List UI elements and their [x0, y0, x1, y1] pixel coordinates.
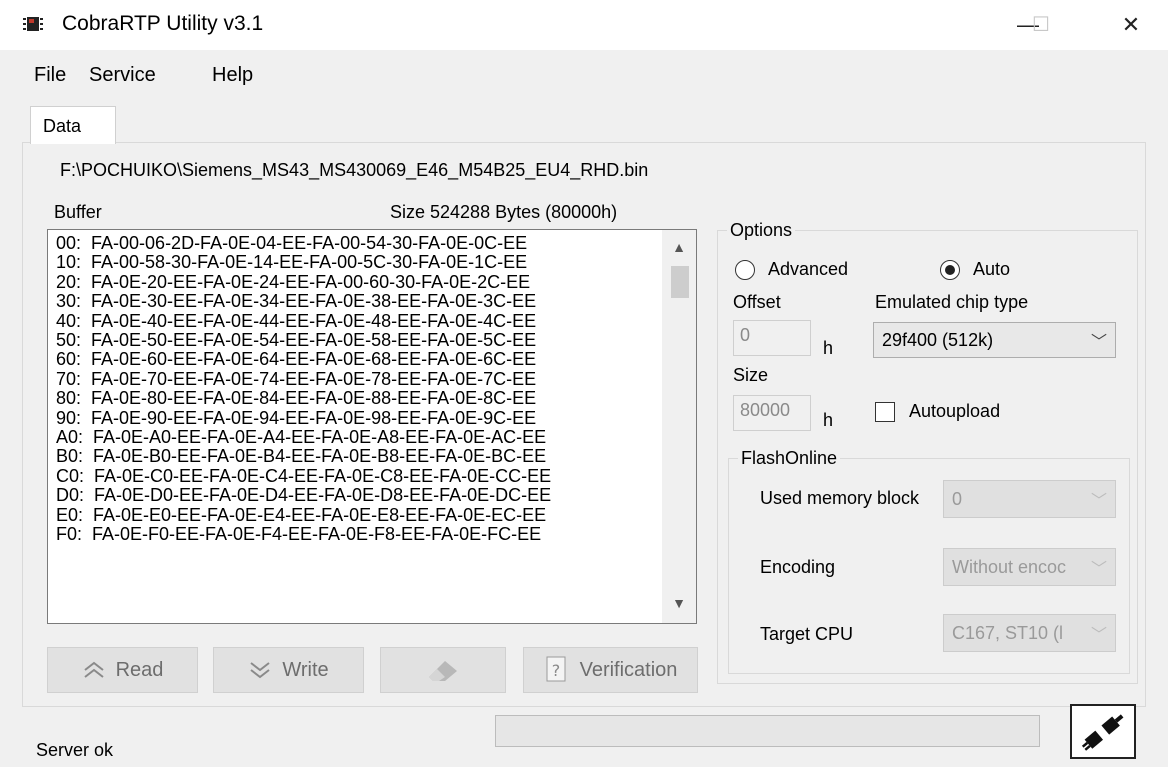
status-text: Server ok [36, 740, 114, 760]
encoding-value: Without encoc [952, 556, 1067, 577]
advanced-radio[interactable] [735, 260, 755, 280]
chevron-down-icon: ﹀ [1090, 561, 1107, 578]
question-document-icon: ? [546, 656, 566, 682]
auto-label: Auto [973, 259, 1011, 279]
buffer-line[interactable]: 00: FA-00-06-2D-FA-0E-04-EE-FA-00-54-30-… [56, 233, 551, 253]
buffer-size-label: Size 524288 Bytes (80000h) [390, 202, 618, 222]
buffer-line[interactable]: C0: FA-0E-C0-EE-FA-0E-C4-EE-FA-0E-C8-EE-… [56, 466, 551, 486]
scroll-thumb[interactable] [671, 266, 689, 298]
target-cpu-select[interactable]: C167, ST10 (l ﹀ [943, 614, 1116, 652]
scroll-down-icon[interactable]: ▼ [662, 588, 696, 618]
read-button[interactable]: Read [47, 647, 198, 693]
tab-data[interactable]: Data [30, 106, 116, 144]
maximize-button[interactable]: ☐ [1013, 0, 1069, 50]
write-button[interactable]: Write [213, 647, 364, 693]
buffer-line[interactable]: 10: FA-00-58-30-FA-0E-14-EE-FA-00-5C-30-… [56, 252, 551, 272]
buffer-line[interactable]: 90: FA-0E-90-EE-FA-0E-94-EE-FA-0E-98-EE-… [56, 408, 551, 428]
chevron-down-icon: ﹀ [1090, 334, 1107, 351]
buffer-line[interactable]: 60: FA-0E-60-EE-FA-0E-64-EE-FA-0E-68-EE-… [56, 350, 551, 370]
tab-strip-divider [22, 142, 1146, 143]
buffer-label: Buffer [54, 202, 102, 222]
buffer-lines: 00: FA-00-06-2D-FA-0E-04-EE-FA-00-54-30-… [56, 233, 551, 545]
flashonline-title: FlashOnline [738, 448, 841, 469]
buffer-line[interactable]: 70: FA-0E-70-EE-FA-0E-74-EE-FA-0E-78-EE-… [56, 369, 551, 389]
buffer-line[interactable]: 40: FA-0E-40-EE-FA-0E-44-EE-FA-0E-48-EE-… [56, 311, 551, 331]
size-label: Size [733, 365, 769, 385]
buffer-line[interactable]: F0: FA-0E-F0-EE-FA-0E-F4-EE-FA-0E-F8-EE-… [56, 524, 551, 544]
buffer-line[interactable]: 50: FA-0E-50-EE-FA-0E-54-EE-FA-0E-58-EE-… [56, 330, 551, 350]
chip-type-select[interactable]: 29f400 (512k) ﹀ [873, 322, 1116, 358]
auto-radio[interactable] [940, 260, 960, 280]
scroll-up-icon[interactable]: ▲ [662, 232, 696, 262]
buffer-scrollbar[interactable]: ▲ ▼ [662, 230, 696, 623]
buffer-line[interactable]: 80: FA-0E-80-EE-FA-0E-84-EE-FA-0E-88-EE-… [56, 388, 551, 408]
svg-text:?: ? [551, 661, 560, 680]
size-suffix: h [823, 410, 834, 430]
autoupload-label: Autoupload [909, 401, 1001, 421]
buffer-line[interactable]: E0: FA-0E-E0-EE-FA-0E-E4-EE-FA-0E-E8-EE-… [56, 505, 551, 525]
auto-radio-dot [945, 265, 955, 275]
advanced-label: Advanced [768, 259, 849, 279]
offset-label: Offset [733, 292, 781, 312]
window-title: CobraRTP Utility v3.1 [62, 12, 264, 35]
erase-button[interactable] [380, 647, 506, 693]
chip-type-label: Emulated chip type [875, 292, 1029, 312]
progress-bar [495, 715, 1040, 747]
write-button-label: Write [282, 658, 329, 681]
encoding-select[interactable]: Without encoc ﹀ [943, 548, 1116, 586]
target-cpu-label: Target CPU [760, 624, 854, 644]
target-cpu-value: C167, ST10 (l [952, 622, 1064, 643]
chip-type-value: 29f400 (512k) [882, 329, 994, 350]
connection-button[interactable] [1070, 704, 1136, 759]
close-button[interactable]: ✕ [1103, 0, 1159, 50]
read-button-label: Read [115, 658, 164, 681]
chevron-down-icon: ﹀ [1090, 493, 1107, 510]
menu-service[interactable]: Service [89, 64, 156, 87]
buffer-line[interactable]: D0: FA-0E-D0-EE-FA-0E-D4-EE-FA-0E-D8-EE-… [56, 485, 551, 505]
autoupload-checkbox[interactable] [875, 402, 895, 422]
memory-block-select[interactable]: 0 ﹀ [943, 480, 1116, 518]
verification-button-label: Verification [579, 658, 678, 681]
menu-bar [0, 50, 1168, 98]
menu-file[interactable]: File [34, 64, 66, 87]
offset-suffix: h [823, 338, 834, 358]
buffer-line[interactable]: A0: FA-0E-A0-EE-FA-0E-A4-EE-FA-0E-A8-EE-… [56, 427, 551, 447]
buffer-line[interactable]: 30: FA-0E-30-EE-FA-0E-34-EE-FA-0E-38-EE-… [56, 291, 551, 311]
verification-button[interactable]: ? Verification [523, 647, 698, 693]
menu-help[interactable]: Help [212, 64, 253, 87]
chevron-down-icon: ﹀ [1090, 627, 1107, 644]
buffer-line[interactable]: 20: FA-0E-20-EE-FA-0E-24-EE-FA-00-60-30-… [56, 272, 551, 292]
offset-input[interactable]: 0 [733, 320, 811, 356]
options-title: Options [727, 220, 796, 241]
plug-icon [1081, 714, 1124, 751]
encoding-label: Encoding [760, 557, 836, 577]
eraser-icon [429, 661, 457, 681]
file-path: F:\POCHUIKO\Siemens_MS43_MS430069_E46_M5… [60, 160, 649, 180]
memory-block-label: Used memory block [760, 488, 920, 508]
buffer-line[interactable]: B0: FA-0E-B0-EE-FA-0E-B4-EE-FA-0E-B8-EE-… [56, 447, 551, 467]
double-chevron-up-icon [83, 661, 104, 678]
chip-icon [23, 17, 43, 31]
double-chevron-down-icon [250, 662, 270, 679]
buffer-listbox[interactable]: 00: FA-00-06-2D-FA-0E-04-EE-FA-00-54-30-… [47, 229, 697, 624]
size-input[interactable]: 80000 [733, 395, 811, 431]
memory-block-value: 0 [952, 488, 963, 509]
